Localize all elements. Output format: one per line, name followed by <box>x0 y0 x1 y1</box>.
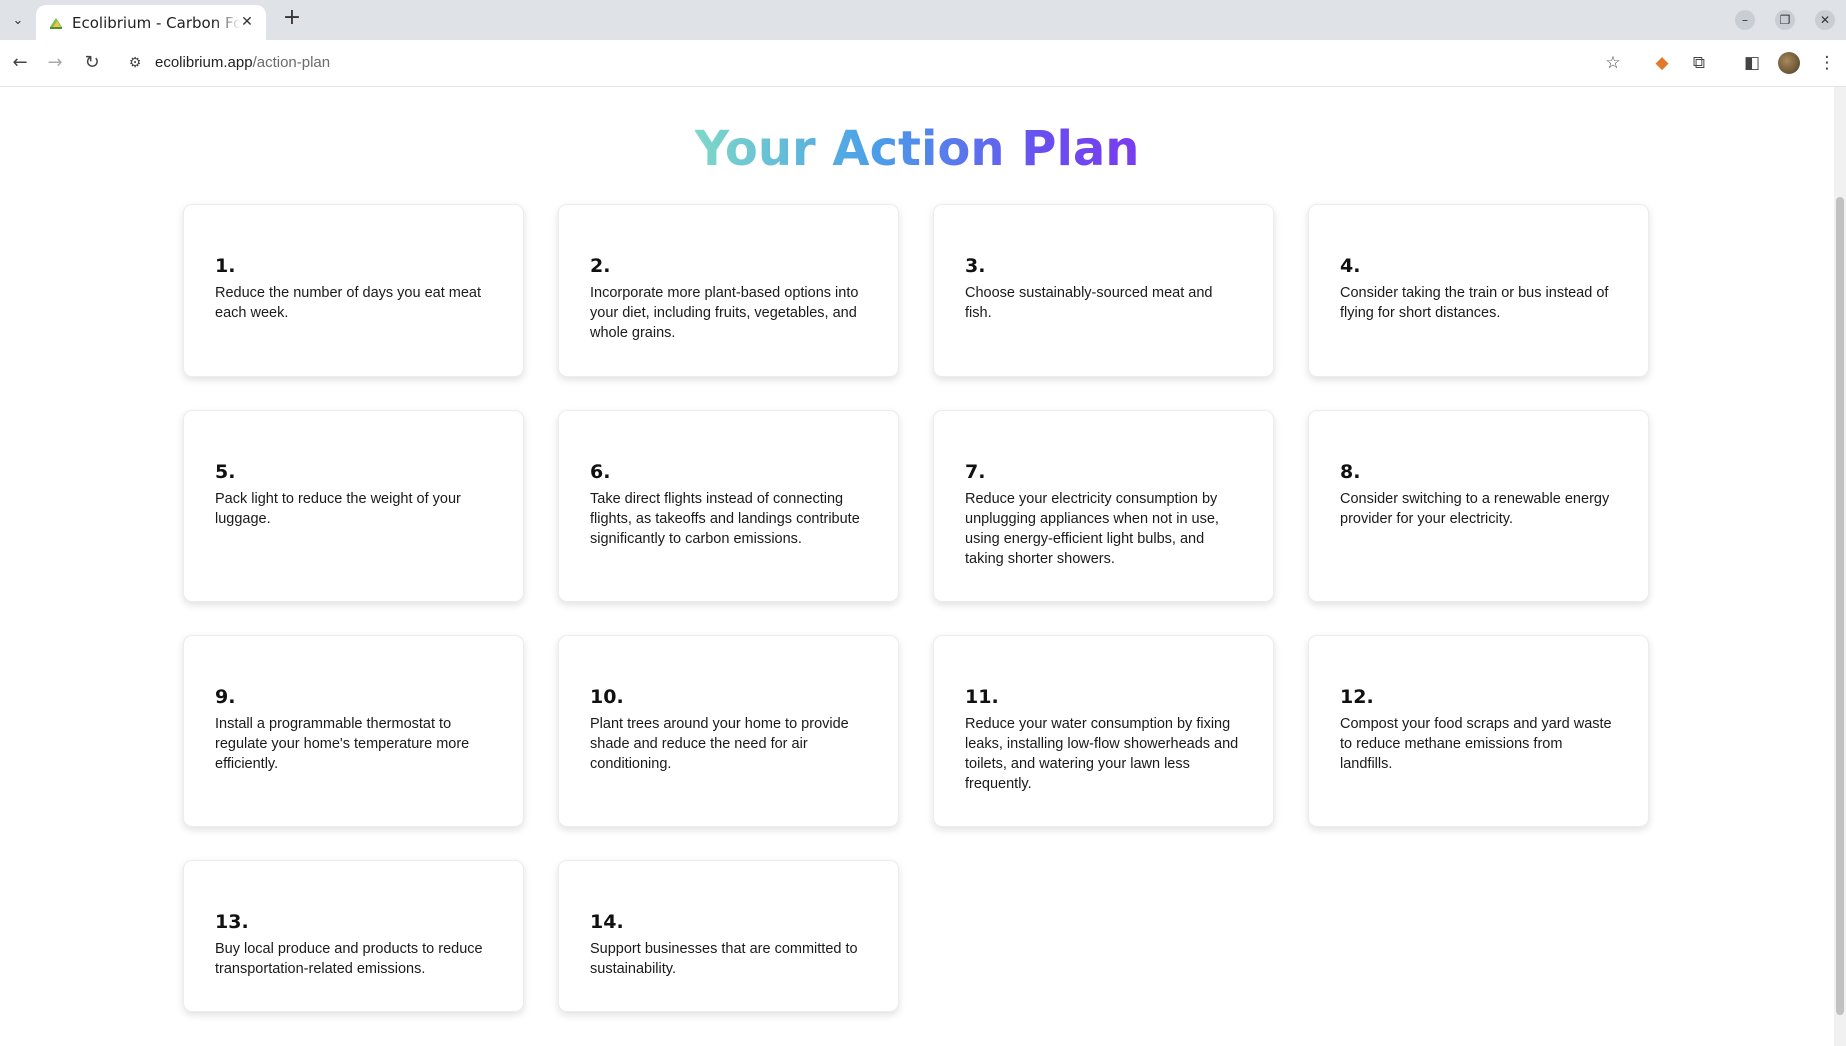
scrollbar-thumb[interactable] <box>1836 197 1844 1015</box>
action-text: Pack light to reduce the weight of your … <box>215 491 461 527</box>
action-number: 13. <box>215 911 249 933</box>
tab-close-icon[interactable]: ✕ <box>238 13 256 31</box>
action-card: 3. Choose sustainably-sourced meat and fi… <box>933 204 1274 377</box>
action-text: Consider taking the train or bus instead… <box>1340 285 1609 321</box>
action-card: 12. Compost your food scraps and yard was… <box>1308 635 1649 827</box>
close-window-icon[interactable]: ✕ <box>1815 10 1835 30</box>
action-text: Choose sustainably-sourced meat and fish… <box>965 285 1213 321</box>
reload-icon[interactable]: ↻ <box>80 51 104 75</box>
action-text: Compost your food scraps and yard waste … <box>1340 716 1612 772</box>
page-viewport: Your Action Plan 1. Reduce the number of … <box>0 87 1834 1046</box>
fox-extension-icon[interactable]: ◆ <box>1651 52 1673 74</box>
forward-icon[interactable]: → <box>43 51 67 75</box>
tab-title: Ecolibrium - Carbon Footprint <box>72 14 240 32</box>
browser-toolbar: ← → ↻ ⚙ ecolibrium.app/action-plan ☆ ◆ ⧉… <box>0 40 1846 87</box>
action-card: 6. Take direct flights instead of connect… <box>558 410 899 602</box>
site-info-icon[interactable]: ⚙ <box>124 52 146 74</box>
action-number: 4. <box>1340 255 1361 277</box>
action-number: 7. <box>965 461 986 483</box>
action-card: 7. Reduce your electricity consumption by… <box>933 410 1274 602</box>
action-text: Reduce the number of days you eat meat e… <box>215 285 481 321</box>
action-number: 14. <box>590 911 624 933</box>
url-path: /action-plan <box>252 54 331 71</box>
profile-avatar[interactable] <box>1778 52 1800 74</box>
page-scrollbar[interactable] <box>1834 87 1846 1046</box>
action-text: Take direct flights instead of connectin… <box>590 491 860 547</box>
action-text: Reduce your electricity consumption by u… <box>965 491 1219 567</box>
extensions-puzzle-icon[interactable]: ⧉ <box>1688 52 1710 74</box>
action-text: Incorporate more plant-based options int… <box>590 285 859 341</box>
restore-icon[interactable]: ❐ <box>1775 10 1795 30</box>
action-number: 10. <box>590 686 624 708</box>
action-text: Buy local produce and products to reduce… <box>215 941 483 977</box>
menu-kebab-icon[interactable]: ⋮ <box>1816 52 1838 74</box>
action-number: 9. <box>215 686 236 708</box>
action-text: Reduce your water consumption by fixing … <box>965 716 1239 792</box>
new-tab-icon[interactable]: + <box>280 7 304 31</box>
action-card: 2. Incorporate more plant-based options i… <box>558 204 899 377</box>
action-card: 5. Pack light to reduce the weight of you… <box>183 410 524 602</box>
active-tab[interactable]: Ecolibrium - Carbon Footprint ✕ <box>36 5 266 40</box>
action-number: 12. <box>1340 686 1374 708</box>
action-card: 11. Reduce your water consumption by fixi… <box>933 635 1274 827</box>
action-number: 11. <box>965 686 999 708</box>
address-bar[interactable]: ecolibrium.app/action-plan <box>155 52 330 74</box>
action-number: 3. <box>965 255 986 277</box>
page-title: Your Action Plan <box>694 121 1140 177</box>
action-grid: 1. Reduce the number of days you eat meat… <box>183 204 1649 1012</box>
action-card: 13. Buy local produce and products to red… <box>183 860 524 1012</box>
action-text: Plant trees around your home to provide … <box>590 716 849 772</box>
ecolibrium-favicon-icon <box>50 18 62 29</box>
action-number: 8. <box>1340 461 1361 483</box>
back-icon[interactable]: ← <box>8 51 32 75</box>
action-number: 6. <box>590 461 611 483</box>
side-panel-icon[interactable]: ◧ <box>1741 52 1763 74</box>
action-card: 10. Plant trees around your home to provi… <box>558 635 899 827</box>
action-text: Install a programmable thermostat to reg… <box>215 716 470 772</box>
tab-search-chevron-icon[interactable]: ⌄ <box>6 8 30 32</box>
action-card: 1. Reduce the number of days you eat meat… <box>183 204 524 377</box>
action-card: 4. Consider taking the train or bus inste… <box>1308 204 1649 377</box>
url-host: ecolibrium.app <box>155 54 253 71</box>
tab-strip: ⌄ Ecolibrium - Carbon Footprint ✕ + – ❐ … <box>0 0 1846 40</box>
action-text: Support businesses that are committed to… <box>590 941 858 977</box>
action-card: 8. Consider switching to a renewable ener… <box>1308 410 1649 602</box>
bookmark-star-icon[interactable]: ☆ <box>1602 52 1624 74</box>
action-number: 2. <box>590 255 611 277</box>
action-number: 1. <box>215 255 236 277</box>
minimize-icon[interactable]: – <box>1735 10 1755 30</box>
action-card: 9. Install a programmable thermostat to r… <box>183 635 524 827</box>
action-card: 14. Support businesses that are committed… <box>558 860 899 1012</box>
action-text: Consider switching to a renewable energy… <box>1340 491 1610 527</box>
action-number: 5. <box>215 461 236 483</box>
